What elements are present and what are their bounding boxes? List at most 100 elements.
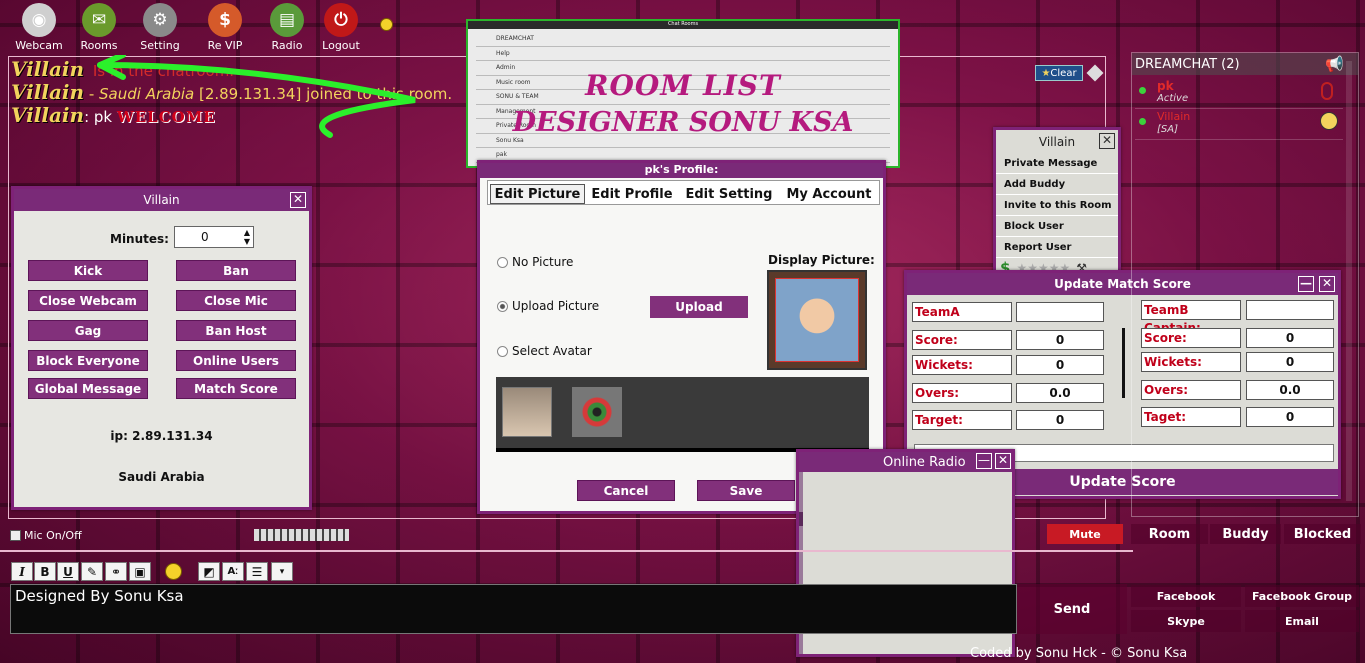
minutes-stepper[interactable]: 0 ▲ ▼ [174, 226, 254, 248]
smiley-status-icon[interactable] [380, 18, 393, 31]
toolbar-label: Radio [271, 39, 303, 52]
teamA-captain-field[interactable] [1016, 302, 1104, 322]
bold-button[interactable]: B [34, 562, 56, 581]
megaphone-icon[interactable]: 📢 [1325, 55, 1344, 73]
admin-badge-icon [1320, 112, 1338, 130]
radio-circle-icon[interactable] [497, 256, 508, 268]
gag-button[interactable]: Gag [28, 320, 148, 341]
close-icon[interactable]: ✕ [290, 192, 306, 208]
checkbox-icon[interactable] [10, 530, 21, 541]
menu-item-block-user[interactable]: Block User [996, 216, 1118, 237]
emoji-icon[interactable] [165, 563, 182, 580]
userlist-scrollbar[interactable] [1346, 61, 1352, 501]
online-users-button[interactable]: Online Users [176, 350, 296, 371]
toolbar-label: Setting [140, 39, 180, 52]
align-icon[interactable]: ☰ [246, 562, 268, 581]
message-input[interactable]: Designed By Sonu Ksa [10, 584, 1017, 634]
minimize-icon[interactable]: — [976, 453, 992, 469]
toolbar-label: Rooms [80, 39, 118, 52]
menu-item-report-user[interactable]: Report User [996, 237, 1118, 258]
avatar-thumbnail[interactable] [502, 387, 552, 437]
font-size-icon[interactable]: Aː [222, 562, 244, 581]
display-picture-label: Display Picture: [768, 253, 875, 267]
edit-icon[interactable]: ✎ [81, 562, 103, 581]
message-author[interactable]: Villain [11, 80, 84, 104]
toolbar-logout-button[interactable]: ⏻ Logout [311, 3, 371, 52]
upload-button[interactable]: Upload [650, 296, 748, 318]
room-window-title: Chat Rooms [468, 21, 898, 29]
profile-tabs: Edit Picture Edit Profile Edit Setting M… [487, 180, 880, 205]
menu-item-add-buddy[interactable]: Add Buddy [996, 174, 1118, 195]
mic-toggle[interactable]: Mic On/Off [10, 529, 82, 542]
teamA-overs-field[interactable]: 0.0 [1016, 383, 1104, 403]
toolbar-re-vip-button[interactable]: $ Re VIP [195, 3, 255, 52]
minutes-value: 0 [201, 230, 209, 244]
tab-edit-profile[interactable]: Edit Profile [588, 184, 676, 204]
teamA-target-field[interactable]: 0 [1016, 410, 1104, 430]
logout-icon: ⏻ [324, 3, 358, 37]
username[interactable]: Villain [1157, 110, 1190, 123]
tab-buddy[interactable]: Buddy [1210, 524, 1281, 544]
image-icon[interactable]: ▣ [129, 562, 151, 581]
user-row[interactable]: Villain [SA] [1135, 109, 1343, 140]
radio-upload-picture[interactable]: Upload Picture [497, 299, 599, 313]
menu-item-invite-to-this-room[interactable]: Invite to this Room [996, 195, 1118, 216]
profile-title: pk's Profile: [480, 163, 883, 178]
radio-select-avatar[interactable]: Select Avatar [497, 344, 592, 358]
tab-edit-picture[interactable]: Edit Picture [490, 184, 585, 204]
teamA-wickets-field[interactable]: 0 [1016, 355, 1104, 375]
tab-my-account[interactable]: My Account [782, 184, 876, 204]
mute-button[interactable]: Mute [1047, 524, 1123, 544]
avatar-thumbnail[interactable] [572, 387, 622, 437]
dollar-icon: $ [208, 3, 242, 37]
global-message-button[interactable]: Global Message [28, 378, 148, 399]
eraser-icon[interactable] [1086, 64, 1104, 82]
close-mic-button[interactable]: Close Mic [176, 290, 296, 311]
message-author[interactable]: Villain [11, 57, 84, 81]
close-webcam-button[interactable]: Close Webcam [28, 290, 148, 311]
toolbar-rooms-button[interactable]: ✉ Rooms [69, 3, 129, 52]
cancel-button[interactable]: Cancel [577, 480, 675, 501]
facebook-link[interactable]: Facebook [1131, 585, 1241, 607]
menu-item-private-message[interactable]: Private Message [996, 153, 1118, 174]
mic-level-meter [254, 529, 349, 541]
match-score-button[interactable]: Match Score [176, 378, 296, 399]
close-icon[interactable]: ✕ [995, 453, 1011, 469]
ban-host-button[interactable]: Ban Host [176, 320, 296, 341]
underline-button[interactable]: U [57, 562, 79, 581]
message-author[interactable]: Villain [11, 103, 84, 127]
room-list-item[interactable]: DREAMCHAT [476, 32, 890, 47]
send-button[interactable]: Send [1017, 584, 1127, 634]
user-row[interactable]: pk Active [1135, 78, 1343, 109]
radio-selected-icon[interactable] [497, 300, 508, 312]
arrow-annotation-icon [97, 55, 416, 138]
tab-blocked[interactable]: Blocked [1284, 524, 1361, 544]
divider [1122, 328, 1125, 398]
radio-circle-icon[interactable] [497, 345, 508, 357]
italic-button[interactable]: I [11, 562, 33, 581]
teamA-score-field[interactable]: 0 [1016, 330, 1104, 350]
toolbar-webcam-button[interactable]: ◉ Webcam [9, 3, 69, 52]
facebook-group-link[interactable]: Facebook Group [1245, 585, 1359, 607]
kick-button[interactable]: Kick [28, 260, 148, 281]
radio-no-picture[interactable]: No Picture [497, 255, 573, 269]
room-list-item[interactable]: Help [476, 47, 890, 61]
skype-link[interactable]: Skype [1131, 610, 1241, 632]
toolbar-setting-button[interactable]: ⚙ Setting [130, 3, 190, 52]
ban-button[interactable]: Ban [176, 260, 296, 281]
link-icon[interactable]: ⚭ [105, 562, 127, 581]
dropdown-icon[interactable]: ▾ [271, 562, 293, 581]
stepper-arrows-icon[interactable]: ▲ ▼ [244, 228, 250, 246]
close-icon[interactable]: ✕ [1099, 133, 1115, 149]
toolbar-radio-button[interactable]: ▤ Radio [257, 3, 317, 52]
teamA-target-label: Target: [912, 410, 1012, 430]
tab-edit-setting[interactable]: Edit Setting [683, 184, 775, 204]
block-everyone-button[interactable]: Block Everyone [28, 350, 148, 371]
color-icon[interactable]: ◩ [198, 562, 220, 581]
radio-label: No Picture [512, 255, 574, 269]
username[interactable]: pk [1157, 79, 1174, 93]
tab-room[interactable]: Room [1131, 524, 1208, 544]
email-link[interactable]: Email [1245, 610, 1359, 632]
clear-button[interactable]: ★ Clear [1035, 65, 1083, 81]
save-button[interactable]: Save [697, 480, 795, 501]
